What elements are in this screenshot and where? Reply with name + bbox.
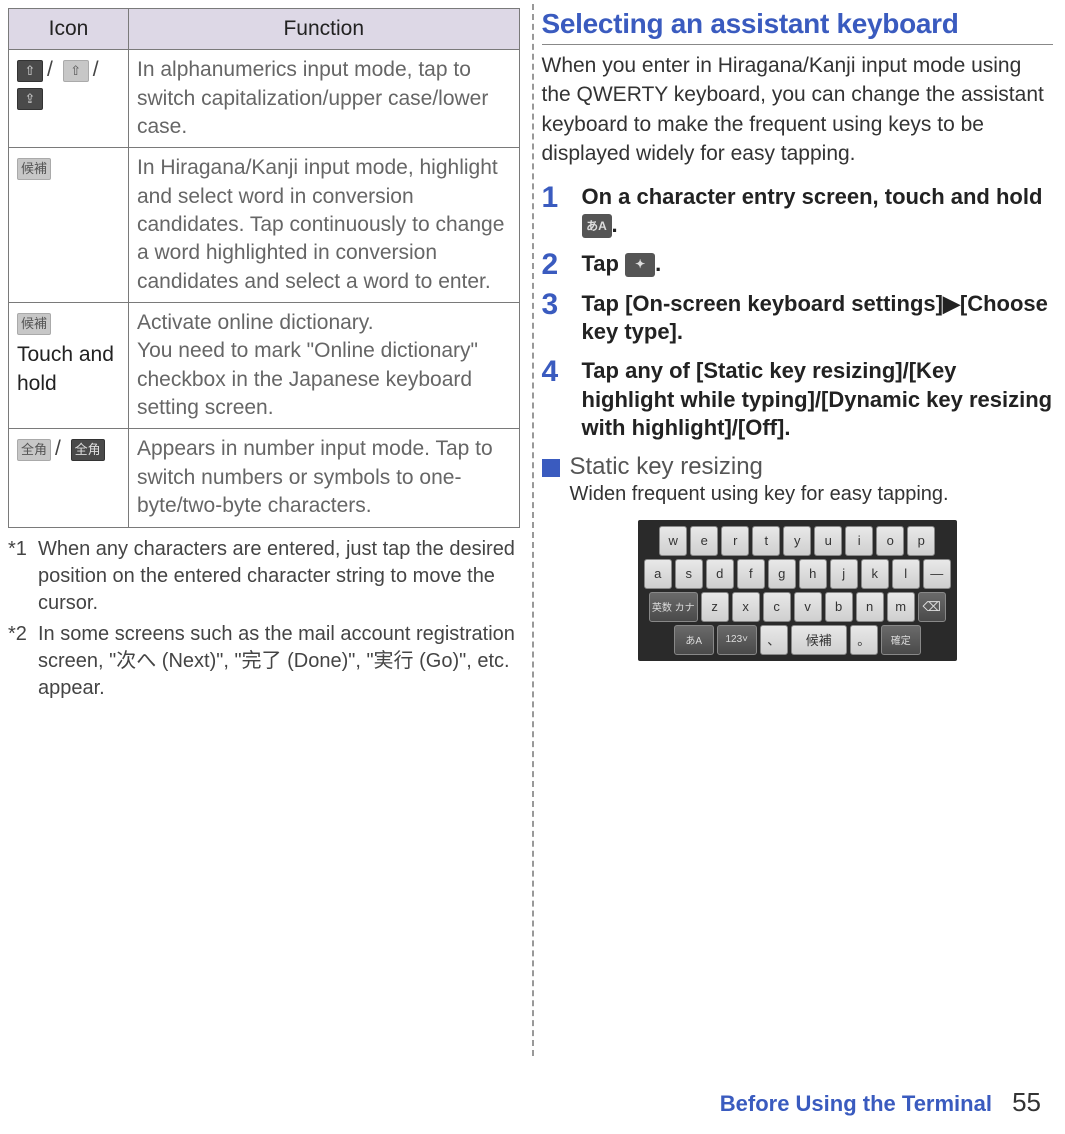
keyboard-key: n	[856, 592, 884, 622]
keyboard-key: p	[907, 526, 935, 556]
mode-switch-icon: あA	[582, 214, 612, 238]
step-body: Tap [On-screen keyboard settings]▶[Choos…	[582, 290, 1054, 347]
footer-section: Before Using the Terminal	[720, 1091, 992, 1116]
step-number: 3	[542, 290, 582, 320]
shift-up-icon: ⇧	[17, 60, 43, 82]
table-row: 候補 Touch and hold Activate online dictio…	[9, 303, 520, 429]
touch-and-hold-label: Touch and hold	[17, 341, 120, 398]
th-function: Function	[129, 9, 520, 50]
zenkaku-dark-icon: 全角	[71, 439, 105, 461]
footnote-mark: *1	[8, 536, 38, 617]
keyboard-key: ⌫	[918, 592, 946, 622]
step-number: 4	[542, 357, 582, 387]
keyboard-key: h	[799, 559, 827, 589]
keyboard-key: u	[814, 526, 842, 556]
keyboard-key: o	[876, 526, 904, 556]
zenkaku-icon: 全角	[17, 439, 51, 461]
keyboard-key: z	[701, 592, 729, 622]
section-title: Selecting an assistant keyboard	[542, 8, 1054, 45]
cell-function: Activate online dictionary. You need to …	[129, 303, 520, 429]
shift-outline-icon: ⇪	[17, 88, 43, 110]
bullet-square-icon	[542, 459, 560, 477]
keyboard-key: a	[644, 559, 672, 589]
step-number: 2	[542, 250, 582, 280]
keyboard-key: g	[768, 559, 796, 589]
keyboard-key: w	[659, 526, 687, 556]
keyboard-key: k	[861, 559, 889, 589]
steps-list: 1 On a character entry screen, touch and…	[542, 183, 1054, 443]
step-body: Tap any of [Static key resizing]/[Key hi…	[582, 357, 1054, 443]
footnote-mark: *2	[8, 621, 38, 702]
keyboard-key: x	[732, 592, 760, 622]
keyboard-key: 英数 カナ	[649, 592, 698, 622]
table-row: ⇧/ ⇧/ ⇪ In alphanumerics input mode, tap…	[9, 50, 520, 148]
keyboard-key: b	[825, 592, 853, 622]
page-footer: Before Using the Terminal 55	[720, 1087, 1041, 1118]
candidate-icon: 候補	[17, 158, 51, 180]
step-body: On a character entry screen, touch and h…	[582, 183, 1054, 240]
keyboard-key: d	[706, 559, 734, 589]
keyboard-key: m	[887, 592, 915, 622]
sub-title: Static key resizing	[570, 453, 949, 481]
tools-icon: ✦	[625, 253, 655, 277]
table-row: 候補 In Hiragana/Kanji input mode, highlig…	[9, 148, 520, 303]
keyboard-key: 123˅	[717, 625, 757, 655]
footnotes: *1 When any characters are entered, just…	[8, 536, 520, 702]
sub-section: Static key resizing Widen frequent using…	[542, 453, 1054, 508]
keyboard-key: あA	[674, 625, 714, 655]
th-icon: Icon	[9, 9, 129, 50]
keyboard-key: 、	[760, 625, 788, 655]
footnote-text: In some screens such as the mail account…	[38, 621, 520, 702]
keyboard-key: f	[737, 559, 765, 589]
keyboard-illustration: wertyuiop asdfghjkl— 英数 カナzxcvbnm⌫ あA123…	[638, 520, 957, 661]
keyboard-key: v	[794, 592, 822, 622]
keyboard-key: c	[763, 592, 791, 622]
keyboard-key: t	[752, 526, 780, 556]
keyboard-key: 。	[850, 625, 878, 655]
step-body: Tap ✦.	[582, 250, 662, 279]
table-row: 全角/ 全角 Appears in number input mode. Tap…	[9, 429, 520, 527]
keyboard-key: 候補	[791, 625, 847, 655]
step-number: 1	[542, 183, 582, 213]
keyboard-key: e	[690, 526, 718, 556]
keyboard-key: y	[783, 526, 811, 556]
sub-desc: Widen frequent using key for easy tappin…	[570, 481, 949, 508]
footnote-text: When any characters are entered, just ta…	[38, 536, 520, 617]
keyboard-key: r	[721, 526, 749, 556]
intro-paragraph: When you enter in Hiragana/Kanji input m…	[542, 51, 1054, 169]
keyboard-key: —	[923, 559, 951, 589]
cell-function: In Hiragana/Kanji input mode, highlight …	[129, 148, 520, 303]
cell-function: In alphanumerics input mode, tap to swit…	[129, 50, 520, 148]
right-column: Selecting an assistant keyboard When you…	[534, 0, 1065, 1060]
cell-function: Appears in number input mode. Tap to swi…	[129, 429, 520, 527]
icon-function-table: Icon Function ⇧/ ⇧/ ⇪ In alphanumerics i…	[8, 8, 520, 528]
keyboard-key: s	[675, 559, 703, 589]
keyboard-key: 確定	[881, 625, 921, 655]
keyboard-key: i	[845, 526, 873, 556]
candidate-hold-icon: 候補	[17, 313, 51, 335]
left-column: Icon Function ⇧/ ⇧/ ⇪ In alphanumerics i…	[0, 0, 532, 1060]
keyboard-key: l	[892, 559, 920, 589]
page-number: 55	[1012, 1087, 1041, 1117]
keyboard-key: j	[830, 559, 858, 589]
shift-up-light-icon: ⇧	[63, 60, 89, 82]
